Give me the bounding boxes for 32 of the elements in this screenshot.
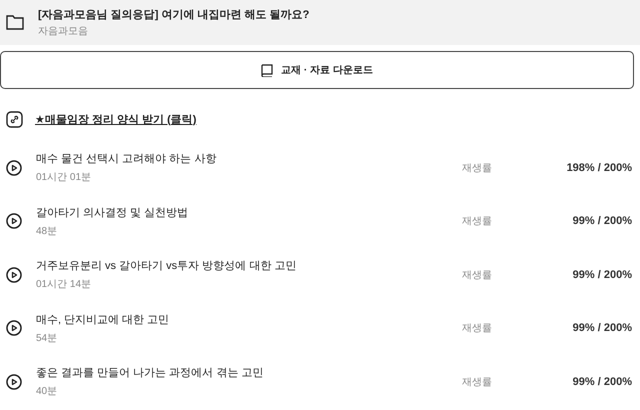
- playback-rate-label: 재생률: [462, 215, 493, 228]
- lesson-title[interactable]: 갈아타기 의사결정 및 실천방법: [36, 204, 462, 220]
- lesson-duration: 48분: [36, 224, 58, 238]
- folder-icon: [6, 15, 24, 30]
- playback-rate: 198% / 200%: [566, 162, 632, 174]
- lesson-title[interactable]: 매수, 단지비교에 대한 고민: [36, 312, 462, 327]
- playback-rate: 99% / 200%: [572, 215, 632, 228]
- lesson-duration: 40분: [36, 385, 58, 398]
- lesson-title[interactable]: 거주보유분리 vs 갈아타기 vs투자 방향성에 대한 고민: [36, 258, 462, 274]
- book-icon: [261, 64, 274, 76]
- playback-rate-label: 재생률: [462, 322, 493, 336]
- playback-rate: 99% / 200%: [572, 322, 632, 334]
- playback-rate-label: 재생률: [462, 268, 493, 282]
- link-icon: [6, 110, 23, 128]
- lesson-duration: 01시간 14분: [36, 278, 92, 292]
- play-icon[interactable]: [6, 213, 22, 230]
- lesson-duration: 54분: [36, 332, 58, 345]
- lecture-title: [자음과모음님 질의응답] 여기에 내집마련 해도 될까요?: [38, 8, 310, 22]
- playback-rate-label: 재생률: [462, 376, 493, 389]
- play-icon[interactable]: [6, 320, 22, 336]
- instructor-name: 자음과모음: [38, 25, 89, 38]
- lesson-title[interactable]: 매수 물건 선택시 고려해야 하는 사항: [36, 151, 462, 166]
- play-icon[interactable]: [6, 160, 22, 176]
- play-icon[interactable]: [6, 266, 22, 283]
- playback-rate: 99% / 200%: [572, 376, 632, 388]
- lesson-duration: 01시간 01분: [36, 171, 92, 184]
- playback-rate: 99% / 200%: [572, 268, 632, 281]
- play-icon[interactable]: [6, 374, 22, 390]
- download-button[interactable]: 교재 · 자료 다운로드: [0, 51, 634, 89]
- lesson-title[interactable]: 좋은 결과를 만들어 나가는 과정에서 겪는 고민: [36, 365, 462, 380]
- form-link[interactable]: ★매물임장 정리 양식 받기 (클릭): [35, 112, 196, 126]
- playback-rate-label: 재생률: [462, 162, 493, 175]
